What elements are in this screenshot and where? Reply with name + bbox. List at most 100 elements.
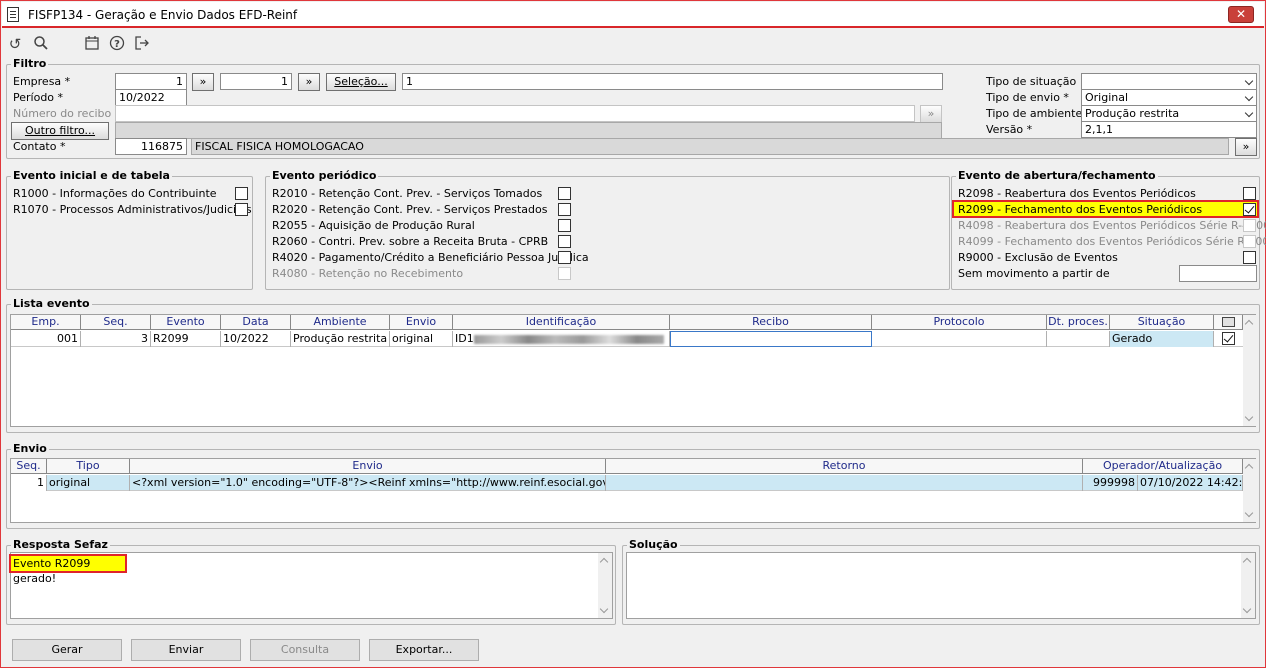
- r2060-checkbox[interactable]: [558, 235, 571, 248]
- scroll-up-icon[interactable]: [1242, 557, 1252, 567]
- title-bar: FISFP134 - Geração e Envio Dados EFD-Rei…: [2, 2, 1264, 28]
- selecao-button[interactable]: Seleção...: [326, 73, 396, 91]
- r1070-label: R1070 - Processos Administrativos/Judici…: [13, 203, 252, 216]
- selecao-input[interactable]: 1: [402, 73, 943, 90]
- consulta-button[interactable]: Consulta: [250, 639, 360, 661]
- main-window: FISFP134 - Geração e Envio Dados EFD-Rei…: [0, 0, 1266, 668]
- empresa-to-lookup-button[interactable]: »: [298, 73, 320, 91]
- tipo-envio-label: Tipo de envio *: [986, 91, 1069, 104]
- r4098-label: R4098 - Reabertura dos Eventos Periódico…: [958, 219, 1266, 232]
- r4020-checkbox[interactable]: [558, 251, 571, 264]
- table-row[interactable]: 001 3 R2099 10/2022 Produção restrita or…: [11, 331, 1243, 347]
- r2055-checkbox[interactable]: [558, 219, 571, 232]
- r2010-checkbox[interactable]: [558, 187, 571, 200]
- col-dt-proces[interactable]: Dt. proces.: [1047, 315, 1110, 330]
- sem-movimento-input[interactable]: [1179, 265, 1257, 282]
- col-select-all[interactable]: [1214, 315, 1243, 330]
- numero-recibo-input[interactable]: [115, 105, 915, 122]
- identificacao-text: ID1: [455, 332, 474, 345]
- r2010-label: R2010 - Retenção Cont. Prev. - Serviços …: [272, 187, 543, 200]
- r1000-checkbox[interactable]: [235, 187, 248, 200]
- close-button[interactable]: ✕: [1228, 6, 1254, 23]
- col-envio-operador[interactable]: Operador/Atualização: [1083, 459, 1243, 474]
- window-title: FISFP134 - Geração e Envio Dados EFD-Rei…: [28, 8, 298, 22]
- gerar-button[interactable]: Gerar: [12, 639, 122, 661]
- scroll-down-icon[interactable]: [1242, 604, 1252, 614]
- lista-evento-legend: Lista evento: [11, 297, 92, 310]
- r1000-label: R1000 - Informações do Contribuinte: [13, 187, 217, 200]
- col-data[interactable]: Data: [221, 315, 291, 330]
- empresa-from-lookup-button[interactable]: »: [192, 73, 214, 91]
- periodo-input[interactable]: 10/2022: [115, 89, 187, 106]
- outro-filtro-button[interactable]: Outro filtro...: [11, 122, 109, 140]
- help-icon[interactable]: ?: [108, 35, 126, 53]
- col-protocolo[interactable]: Protocolo: [872, 315, 1047, 330]
- r1070-checkbox[interactable]: [235, 203, 248, 216]
- scroll-down-icon[interactable]: [1244, 508, 1254, 518]
- solucao-textarea[interactable]: [626, 552, 1256, 619]
- document-icon: [7, 7, 19, 22]
- enviar-button[interactable]: Enviar: [131, 639, 241, 661]
- versao-input[interactable]: 2,1,1: [1081, 121, 1257, 138]
- exit-icon[interactable]: [133, 35, 151, 53]
- table-row[interactable]: 1 original <?xml version="1.0" encoding=…: [11, 475, 1243, 491]
- cell-emp: 001: [11, 331, 81, 347]
- col-envio-seq[interactable]: Seq.: [11, 459, 47, 474]
- tipo-envio-select[interactable]: Original: [1081, 89, 1257, 106]
- r2020-label: R2020 - Retenção Cont. Prev. - Serviços …: [272, 203, 548, 216]
- search-icon[interactable]: [32, 35, 50, 53]
- tipo-ambiente-select[interactable]: Produção restrita: [1081, 105, 1257, 122]
- r4080-checkbox[interactable]: [558, 267, 571, 280]
- filtro-legend: Filtro: [11, 57, 49, 70]
- scroll-up-icon[interactable]: [599, 557, 609, 567]
- r9000-checkbox[interactable]: [1243, 251, 1256, 264]
- col-envio[interactable]: Envio: [390, 315, 453, 330]
- col-envio-envio[interactable]: Envio: [130, 459, 606, 474]
- toolbar: ↺ ?: [1, 31, 1266, 57]
- r4099-label: R4099 - Fechamento dos Eventos Periódico…: [958, 235, 1266, 248]
- contato-code-input[interactable]: 116875: [115, 138, 187, 155]
- evento-periodico-legend: Evento periódico: [270, 169, 379, 182]
- scroll-down-icon[interactable]: [1244, 412, 1254, 422]
- col-emp[interactable]: Emp.: [11, 315, 81, 330]
- col-situacao[interactable]: Situação: [1110, 315, 1214, 330]
- r2099-checkbox[interactable]: [1243, 203, 1256, 216]
- lista-vertical-scrollbar[interactable]: [1243, 315, 1257, 426]
- envio-vertical-scrollbar[interactable]: [1243, 459, 1257, 522]
- tipo-situacao-select[interactable]: [1081, 73, 1257, 90]
- scroll-up-icon[interactable]: [1244, 463, 1254, 473]
- r4099-checkbox[interactable]: [1243, 235, 1256, 248]
- col-envio-tipo[interactable]: Tipo: [47, 459, 130, 474]
- r2020-checkbox[interactable]: [558, 203, 571, 216]
- evento-abertura-legend: Evento de abertura/fechamento: [956, 169, 1158, 182]
- r4098-checkbox[interactable]: [1243, 219, 1256, 232]
- empresa-to-input[interactable]: 1: [220, 73, 292, 90]
- scroll-up-icon[interactable]: [1244, 319, 1254, 329]
- col-seq[interactable]: Seq.: [81, 315, 151, 330]
- cell-envio-xml: <?xml version="1.0" encoding="UTF-8"?><R…: [132, 475, 606, 491]
- undo-icon[interactable]: ↺: [6, 35, 24, 53]
- r2098-checkbox[interactable]: [1243, 187, 1256, 200]
- scroll-down-icon[interactable]: [599, 604, 609, 614]
- envio-grid: Seq. Tipo Envio Retorno Operador/Atualiz…: [10, 458, 1257, 523]
- exportar-button[interactable]: Exportar...: [369, 639, 479, 661]
- contato-lookup-button[interactable]: »: [1235, 138, 1257, 156]
- resposta-scrollbar[interactable]: [598, 553, 612, 618]
- periodo-label: Período *: [13, 91, 64, 104]
- empresa-label: Empresa *: [13, 75, 71, 88]
- solucao-scrollbar[interactable]: [1241, 553, 1255, 618]
- empresa-from-input[interactable]: 1: [115, 73, 187, 90]
- numero-recibo-lookup-button[interactable]: »: [920, 105, 942, 123]
- contato-label: Contato *: [13, 140, 66, 153]
- cell-recibo[interactable]: [670, 331, 872, 347]
- cell-seq: 3: [81, 331, 151, 347]
- col-ambiente[interactable]: Ambiente: [291, 315, 390, 330]
- col-recibo[interactable]: Recibo: [670, 315, 872, 330]
- col-evento[interactable]: Evento: [151, 315, 221, 330]
- outro-filtro-display: [115, 122, 942, 139]
- col-identificacao[interactable]: Identificação: [453, 315, 670, 330]
- cell-data: 10/2022: [221, 331, 291, 347]
- calendar-icon[interactable]: [83, 35, 101, 53]
- row-select-checkbox[interactable]: [1222, 332, 1235, 345]
- col-envio-retorno[interactable]: Retorno: [606, 459, 1083, 474]
